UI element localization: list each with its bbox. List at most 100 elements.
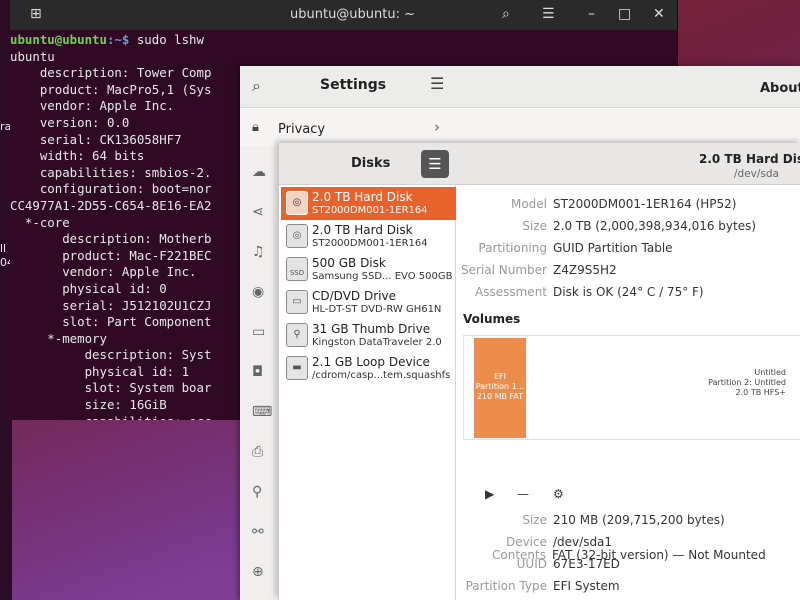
volume-map: EFI Partition 1... 210 MB FAT Untitled P… [463,335,800,440]
hard-disk-icon: ◎ [286,191,308,215]
terminal-line: serial: J512102U1CZJ [10,297,212,313]
disk-list-item[interactable]: ⚲ 31 GB Thumb Drive Kingston DataTravele… [281,319,456,352]
terminal-line: description: Syst [10,347,212,363]
device-title: 2.0 TB Hard Disk [699,152,800,166]
usb-icon[interactable]: ⚲ [252,484,262,500]
info-value: Z4Z9S5H2 [553,263,617,277]
settings-header: ⌕ Settings ☰ About [240,66,800,108]
terminal-line: description: Tower Comp [10,65,212,81]
network-icon[interactable]: ⚯ [252,524,264,540]
disk-name: 2.0 TB Hard Disk [312,190,413,204]
search-icon[interactable]: ⌕ [502,6,510,22]
menu-icon[interactable]: ☰ [430,74,444,93]
device-path: /dev/sda [734,168,779,180]
info-row-partitioning: Partitioning GUID Partition Table [457,241,800,259]
disk-name: 31 GB Thumb Drive [312,322,431,336]
disk-model: Samsung SSD... EVO 500GB [312,271,453,282]
terminal-command: sudo lshw [129,32,204,47]
play-icon[interactable]: ▶ [485,487,494,501]
display-icon[interactable]: ▭ [252,324,265,340]
terminal-line: vendor: Apple Inc. [10,98,175,114]
info-value: EFI System [553,579,620,593]
disk-name: 2.0 TB Hard Disk [312,223,413,237]
accessibility-icon[interactable]: ⊕ [252,564,264,580]
lock-icon: 🔒︎ [252,120,259,135]
terminal-line: slot: Part Component [10,314,212,330]
part-row-type: Partition Type EFI System [457,579,800,597]
terminal-line: description: Motherb [10,231,212,247]
loop-device-icon: ▬ [286,356,308,380]
partition-untitled[interactable]: Untitled Partition 2: Untitled 2.0 TB HF… [676,368,786,398]
info-row-model: Model ST2000DM001-1ER164 (HP52) [457,197,800,215]
partition-label: 210 MB FAT [476,392,524,401]
info-label: Serial Number [461,263,547,277]
disks-window[interactable]: Disks ☰ 2.0 TB Hard Disk /dev/sda ◎ 2.0 … [278,143,800,600]
disk-list-item[interactable]: ◎ 2.0 TB Hard Disk ST2000DM001-1ER164 [281,220,456,253]
info-label: Partitioning [478,241,547,255]
disk-name: 2.1 GB Loop Device [312,355,430,369]
partition-label: Partition 2: Untitled [708,378,786,387]
terminal-line: width: 64 bits [10,148,145,164]
prompt-user: ubuntu@ubuntu [10,32,107,47]
info-value: Disk is OK (24° C / 75° F) [553,285,704,299]
menu-icon[interactable]: ☰ [421,150,449,178]
menu-icon[interactable]: ☰ [542,6,555,22]
new-tab-icon[interactable]: ⊞ [30,6,42,22]
terminal-line: physical id: 1 [10,363,190,379]
partition-efi[interactable]: EFI Partition 1... 210 MB FAT [474,338,526,438]
disk-list-item[interactable]: ◎ 2.0 TB Hard Disk ST2000DM001-1ER164 [281,187,456,220]
disk-model: /cdrom/casp...tem.squashfs [312,370,451,381]
disk-model: Kingston DataTraveler 2.0 [312,337,442,348]
printer-icon[interactable]: ⎙ [252,444,263,460]
disk-details: Model ST2000DM001-1ER164 (HP52) Size 2.0… [457,185,800,600]
sidebar-item-privacy[interactable]: 🔒︎ Privacy › [240,108,460,146]
close-icon[interactable]: ✕ [653,6,665,22]
mouse-icon[interactable]: ◘ [252,364,263,380]
gear-icon[interactable]: ⚙ [553,487,564,501]
disk-model: HL-DT-ST DVD-RW GH61N [312,304,442,315]
terminal-titlebar[interactable]: ⊞ ubuntu@ubuntu: ~ ⌕ ☰ – □ ✕ [10,0,677,30]
minimize-icon[interactable]: – [588,6,595,22]
optical-drive-icon: ▭ [286,290,308,314]
terminal-line: capabilities: ecc [10,414,240,420]
info-value: 2.0 TB (2,000,398,934,016 bytes) [553,219,757,233]
terminal-line: CC4977A1-2D55-C654-8E16-EA2 [10,197,212,213]
keyboard-icon[interactable]: ⌨ [252,404,272,420]
info-value: /dev/sda1 [553,535,613,549]
partition-label: Untitled [754,368,786,377]
partition-label: 2.0 TB HFS+ [735,388,786,397]
ssd-icon: SSD [286,257,308,281]
power-icon[interactable]: ◉ [252,284,264,300]
info-label: Model [510,197,547,211]
maximize-icon[interactable]: □ [618,6,631,22]
terminal-line: ubuntu [10,48,55,64]
info-row-assessment: Assessment Disk is OK (24° C / 75° F) [457,285,800,303]
terminal-line: version: 0.0 [10,114,130,130]
disk-list-item[interactable]: ▭ CD/DVD Drive HL-DT-ST DVD-RW GH61N [281,286,456,319]
terminal-output[interactable]: ubuntu@ubuntu:~$ sudo lshw ubuntu descrip… [10,32,240,420]
part-row-size: Size 210 MB (209,715,200 bytes) [457,513,800,531]
info-label: Size [522,219,547,233]
disk-list-item[interactable]: ▬ 2.1 GB Loop Device /cdrom/casp...tem.s… [281,352,456,385]
disk-name: CD/DVD Drive [312,289,396,303]
prompt-path: :~$ [106,32,130,47]
search-icon[interactable]: ⌕ [252,76,261,96]
terminal-title: ubuntu@ubuntu: ~ [290,7,416,22]
disk-list-item[interactable]: SSD 500 GB Disk Samsung SSD... EVO 500GB [281,253,456,286]
info-row-size: Size 2.0 TB (2,000,398,934,016 bytes) [457,219,800,237]
info-value: FAT (32-bit version) — Not Mounted [552,548,766,562]
terminal-line: configuration: boot=nor [10,181,212,197]
music-icon[interactable]: ♫ [252,244,265,260]
info-value: 210 MB (209,715,200 bytes) [553,513,725,527]
info-label: Size [522,513,547,527]
partition-label: EFI [493,372,506,381]
terminal-line: *-memory [10,330,107,346]
share-icon[interactable]: ⋖ [252,204,264,220]
cloud-icon[interactable]: ☁ [252,164,266,180]
chevron-right-icon: › [434,118,440,136]
info-label: Contents [492,548,546,562]
minus-icon[interactable]: — [517,487,529,501]
terminal-line: size: 16GiB [10,397,167,413]
terminal-line: vendor: Apple Inc. [10,264,197,280]
volumes-title: Volumes [463,312,521,326]
